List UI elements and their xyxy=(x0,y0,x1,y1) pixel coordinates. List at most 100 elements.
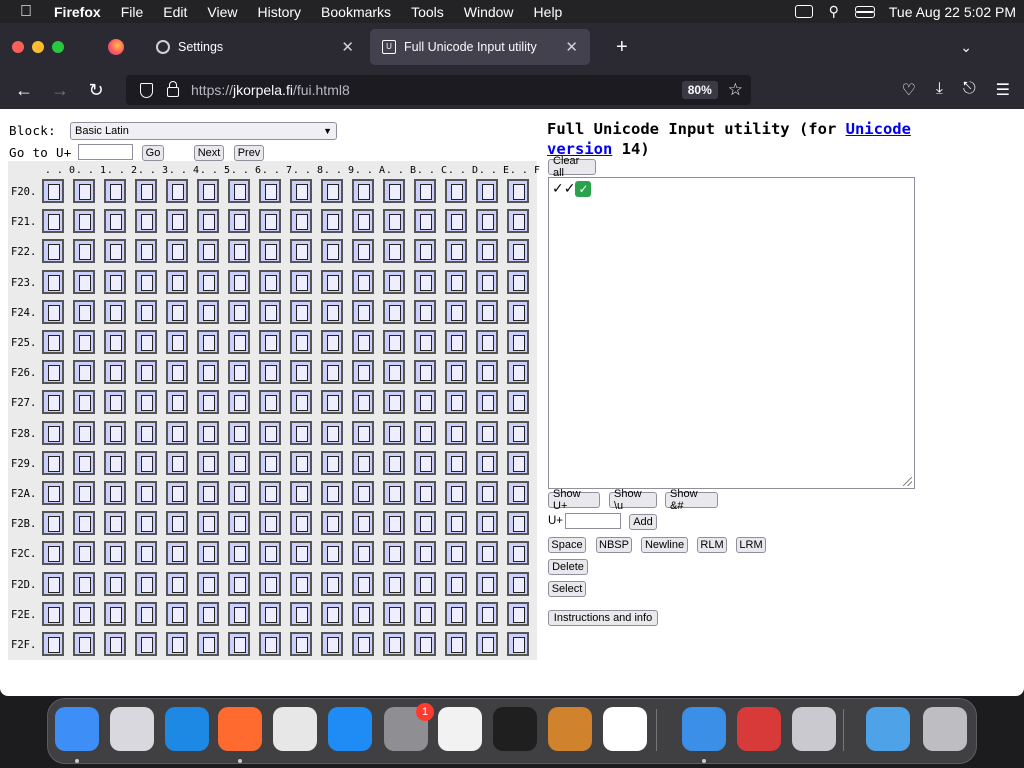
next-button[interactable]: Next xyxy=(194,145,224,161)
character-cell[interactable] xyxy=(135,209,157,234)
character-cell[interactable] xyxy=(42,209,64,234)
character-cell[interactable] xyxy=(259,632,281,656)
character-cell[interactable] xyxy=(290,632,312,656)
character-cell[interactable] xyxy=(352,299,374,324)
menu-view[interactable]: View xyxy=(207,4,237,20)
character-cell[interactable] xyxy=(135,541,157,566)
character-cell[interactable] xyxy=(352,390,374,415)
url-text[interactable]: https://jkorpela.fi/fui.html8 xyxy=(191,82,350,98)
character-cell[interactable] xyxy=(42,269,64,294)
character-cell[interactable] xyxy=(259,360,281,385)
resize-grip-icon[interactable] xyxy=(903,477,912,486)
character-cell[interactable] xyxy=(507,269,529,294)
character-cell[interactable] xyxy=(383,269,405,294)
character-cell[interactable] xyxy=(414,269,436,294)
character-cell[interactable] xyxy=(104,330,126,354)
character-cell[interactable] xyxy=(507,360,529,385)
character-cell[interactable] xyxy=(42,420,64,445)
character-cell[interactable] xyxy=(476,571,498,596)
character-cell[interactable] xyxy=(104,390,126,415)
character-cell[interactable] xyxy=(290,179,312,203)
character-cell[interactable] xyxy=(166,299,188,324)
character-cell[interactable] xyxy=(104,299,126,324)
character-cell[interactable] xyxy=(414,390,436,415)
character-cell[interactable] xyxy=(197,541,219,566)
url-bar[interactable]: https://jkorpela.fi/fui.html8 80% ☆ xyxy=(126,75,751,105)
character-cell[interactable] xyxy=(507,390,529,415)
character-cell[interactable] xyxy=(166,541,188,566)
character-cell[interactable] xyxy=(197,450,219,475)
firefox-view-icon[interactable] xyxy=(108,39,124,55)
character-cell[interactable] xyxy=(507,511,529,536)
character-cell[interactable] xyxy=(383,450,405,475)
character-cell[interactable] xyxy=(104,481,126,505)
character-cell[interactable] xyxy=(476,330,498,354)
character-cell[interactable] xyxy=(352,420,374,445)
character-cell[interactable] xyxy=(445,330,467,354)
character-cell[interactable] xyxy=(445,420,467,445)
character-cell[interactable] xyxy=(352,601,374,626)
prev-button[interactable]: Prev xyxy=(234,145,264,161)
safari-icon[interactable] xyxy=(165,707,209,751)
zoom-window-button[interactable] xyxy=(52,41,64,53)
character-cell[interactable] xyxy=(73,179,95,203)
character-cell[interactable] xyxy=(104,541,126,566)
finder-icon[interactable] xyxy=(55,707,99,751)
character-cell[interactable] xyxy=(166,239,188,264)
character-cell[interactable] xyxy=(321,209,343,234)
character-cell[interactable] xyxy=(414,330,436,354)
character-cell[interactable] xyxy=(228,632,250,656)
character-cell[interactable] xyxy=(352,179,374,203)
character-cell[interactable] xyxy=(135,330,157,354)
character-cell[interactable] xyxy=(197,299,219,324)
character-cell[interactable] xyxy=(290,360,312,385)
character-cell[interactable] xyxy=(445,299,467,324)
character-cell[interactable] xyxy=(104,360,126,385)
character-cell[interactable] xyxy=(321,511,343,536)
character-cell[interactable] xyxy=(507,481,529,505)
character-cell[interactable] xyxy=(507,209,529,234)
forward-arrow-icon[interactable]: → xyxy=(42,80,78,101)
character-cell[interactable] xyxy=(166,450,188,475)
character-cell[interactable] xyxy=(383,360,405,385)
character-cell[interactable] xyxy=(259,269,281,294)
character-cell[interactable] xyxy=(135,481,157,505)
character-cell[interactable] xyxy=(507,239,529,264)
character-cell[interactable] xyxy=(290,239,312,264)
character-cell[interactable] xyxy=(383,330,405,354)
character-cell[interactable] xyxy=(166,269,188,294)
character-cell[interactable] xyxy=(42,541,64,566)
menu-edit[interactable]: Edit xyxy=(163,4,187,20)
newline-button[interactable]: Newline xyxy=(641,537,688,553)
character-cell[interactable] xyxy=(197,269,219,294)
character-cell[interactable] xyxy=(42,330,64,354)
character-cell[interactable] xyxy=(445,481,467,505)
character-cell[interactable] xyxy=(352,450,374,475)
character-cell[interactable] xyxy=(414,571,436,596)
character-cell[interactable] xyxy=(507,541,529,566)
character-cell[interactable] xyxy=(507,420,529,445)
character-cell[interactable] xyxy=(352,360,374,385)
character-cell[interactable] xyxy=(352,330,374,354)
character-cell[interactable] xyxy=(228,571,250,596)
back-arrow-icon[interactable]: ← xyxy=(6,80,42,101)
character-cell[interactable] xyxy=(476,179,498,203)
list-all-tabs-chevron-icon[interactable]: ⌄ xyxy=(960,39,972,56)
character-cell[interactable] xyxy=(476,601,498,626)
character-cell[interactable] xyxy=(476,481,498,505)
character-cell[interactable] xyxy=(228,239,250,264)
character-cell[interactable] xyxy=(135,269,157,294)
character-cell[interactable] xyxy=(73,299,95,324)
character-cell[interactable] xyxy=(321,239,343,264)
character-cell[interactable] xyxy=(42,450,64,475)
character-cell[interactable] xyxy=(73,420,95,445)
character-cell[interactable] xyxy=(228,541,250,566)
character-cell[interactable] xyxy=(352,511,374,536)
character-cell[interactable] xyxy=(321,481,343,505)
character-cell[interactable] xyxy=(135,571,157,596)
character-cell[interactable] xyxy=(414,481,436,505)
character-cell[interactable] xyxy=(383,481,405,505)
character-cell[interactable] xyxy=(259,239,281,264)
character-cell[interactable] xyxy=(290,571,312,596)
character-cell[interactable] xyxy=(228,511,250,536)
